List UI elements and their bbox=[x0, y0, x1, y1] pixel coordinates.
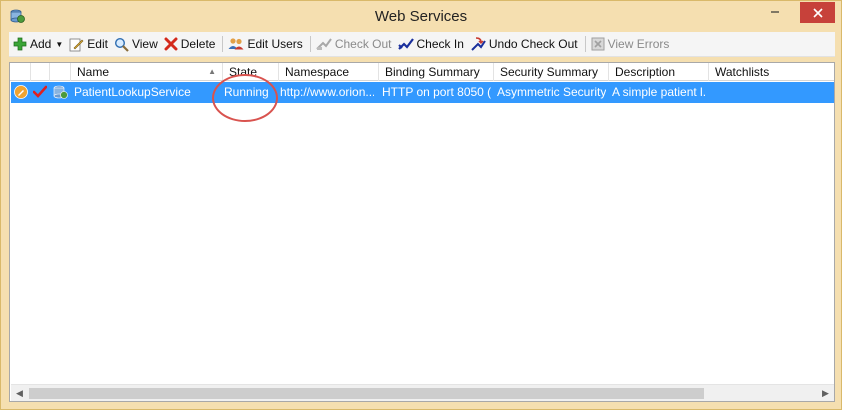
check-out-icon bbox=[316, 38, 332, 50]
column-header-namespace[interactable]: Namespace bbox=[279, 63, 379, 81]
add-dropdown-arrow-icon[interactable]: ▼ bbox=[55, 40, 63, 49]
toolbar: Add ▼ Edit View Delete Edit Users Check … bbox=[9, 32, 835, 57]
delete-label: Delete bbox=[180, 37, 216, 51]
close-icon bbox=[812, 7, 823, 18]
undo-check-out-label: Undo Check Out bbox=[488, 37, 578, 51]
view-button[interactable]: View bbox=[112, 33, 162, 55]
column-header-icon2[interactable] bbox=[31, 63, 50, 81]
web-services-window: Web Services Add ▼ Edit View Delete Edit… bbox=[0, 0, 842, 410]
check-in-button[interactable]: Check In bbox=[396, 33, 468, 55]
column-header-watchlists[interactable]: Watchlists bbox=[709, 63, 834, 81]
check-in-icon bbox=[397, 38, 414, 50]
edit-pencil-icon bbox=[69, 38, 84, 51]
edit-button[interactable]: Edit bbox=[67, 33, 112, 55]
delete-button[interactable]: Delete bbox=[162, 33, 220, 55]
web-service-icon bbox=[53, 85, 68, 99]
column-header-name-label: Name bbox=[77, 65, 110, 79]
window-title: Web Services bbox=[374, 8, 468, 25]
column-header-icon1[interactable] bbox=[10, 63, 31, 81]
title-bar: Web Services bbox=[1, 1, 841, 31]
check-out-label: Check Out bbox=[334, 37, 392, 51]
magnifier-icon bbox=[114, 37, 129, 52]
column-header-binding-summary[interactable]: Binding Summary bbox=[379, 63, 494, 81]
scroll-left-arrow-icon[interactable]: ◀ bbox=[11, 385, 28, 402]
column-header-description-label: Description bbox=[615, 65, 676, 79]
column-header-binding-label: Binding Summary bbox=[385, 65, 480, 79]
column-header-security-label: Security Summary bbox=[500, 65, 599, 79]
add-plus-icon bbox=[13, 37, 27, 51]
sort-ascending-icon: ▲ bbox=[208, 67, 216, 76]
edit-users-label: Edit Users bbox=[247, 37, 303, 51]
cell-security-summary: Asymmetric Security ... bbox=[497, 85, 606, 99]
view-label: View bbox=[131, 37, 158, 51]
column-header-security-summary[interactable]: Security Summary bbox=[494, 63, 609, 81]
view-errors-icon bbox=[591, 37, 605, 51]
table-row[interactable]: PatientLookupService Running http://www.… bbox=[11, 82, 834, 103]
column-header-description[interactable]: Description bbox=[609, 63, 709, 81]
undo-check-out-button[interactable]: Undo Check Out bbox=[468, 33, 582, 55]
scroll-right-arrow-icon[interactable]: ▶ bbox=[817, 385, 834, 402]
toolbar-separator bbox=[222, 36, 224, 52]
column-header-icon3[interactable] bbox=[50, 63, 71, 81]
column-header-name[interactable]: Name ▲ bbox=[71, 63, 223, 81]
edit-label: Edit bbox=[87, 37, 108, 51]
add-label: Add bbox=[30, 37, 52, 51]
view-errors-button[interactable]: View Errors bbox=[589, 33, 674, 55]
delete-x-icon bbox=[164, 37, 178, 51]
minimize-icon bbox=[771, 10, 779, 13]
web-services-grid: Name ▲ State Namespace Binding Summary S… bbox=[9, 62, 835, 402]
cell-binding-summary: HTTP on port 8050 (... bbox=[382, 85, 491, 99]
cell-namespace: http://www.orion... bbox=[280, 85, 374, 99]
cell-watchlists bbox=[706, 82, 831, 103]
grid-header: Name ▲ State Namespace Binding Summary S… bbox=[10, 63, 834, 81]
edit-users-button[interactable]: Edit Users bbox=[226, 33, 306, 55]
check-in-label: Check In bbox=[416, 37, 464, 51]
check-out-button[interactable]: Check Out bbox=[314, 33, 396, 55]
state-annotation-circle bbox=[212, 74, 278, 122]
toolbar-separator bbox=[584, 36, 586, 52]
checked-in-icon bbox=[33, 85, 47, 98]
undo-check-out-icon bbox=[471, 36, 486, 51]
column-header-watchlists-label: Watchlists bbox=[715, 65, 770, 79]
view-errors-label: View Errors bbox=[607, 37, 670, 51]
toolbar-separator bbox=[309, 36, 311, 52]
cell-name: PatientLookupService bbox=[74, 85, 191, 99]
edit-pencil-icon bbox=[14, 85, 28, 99]
column-header-namespace-label: Namespace bbox=[285, 65, 350, 79]
cell-description: A simple patient l... bbox=[612, 85, 706, 99]
add-button[interactable]: Add ▼ bbox=[11, 33, 67, 55]
scrollbar-thumb[interactable] bbox=[29, 388, 704, 399]
close-button[interactable] bbox=[800, 2, 835, 23]
users-icon bbox=[228, 38, 244, 50]
horizontal-scrollbar[interactable]: ◀ ▶ bbox=[11, 384, 834, 401]
minimize-button[interactable] bbox=[760, 1, 790, 22]
